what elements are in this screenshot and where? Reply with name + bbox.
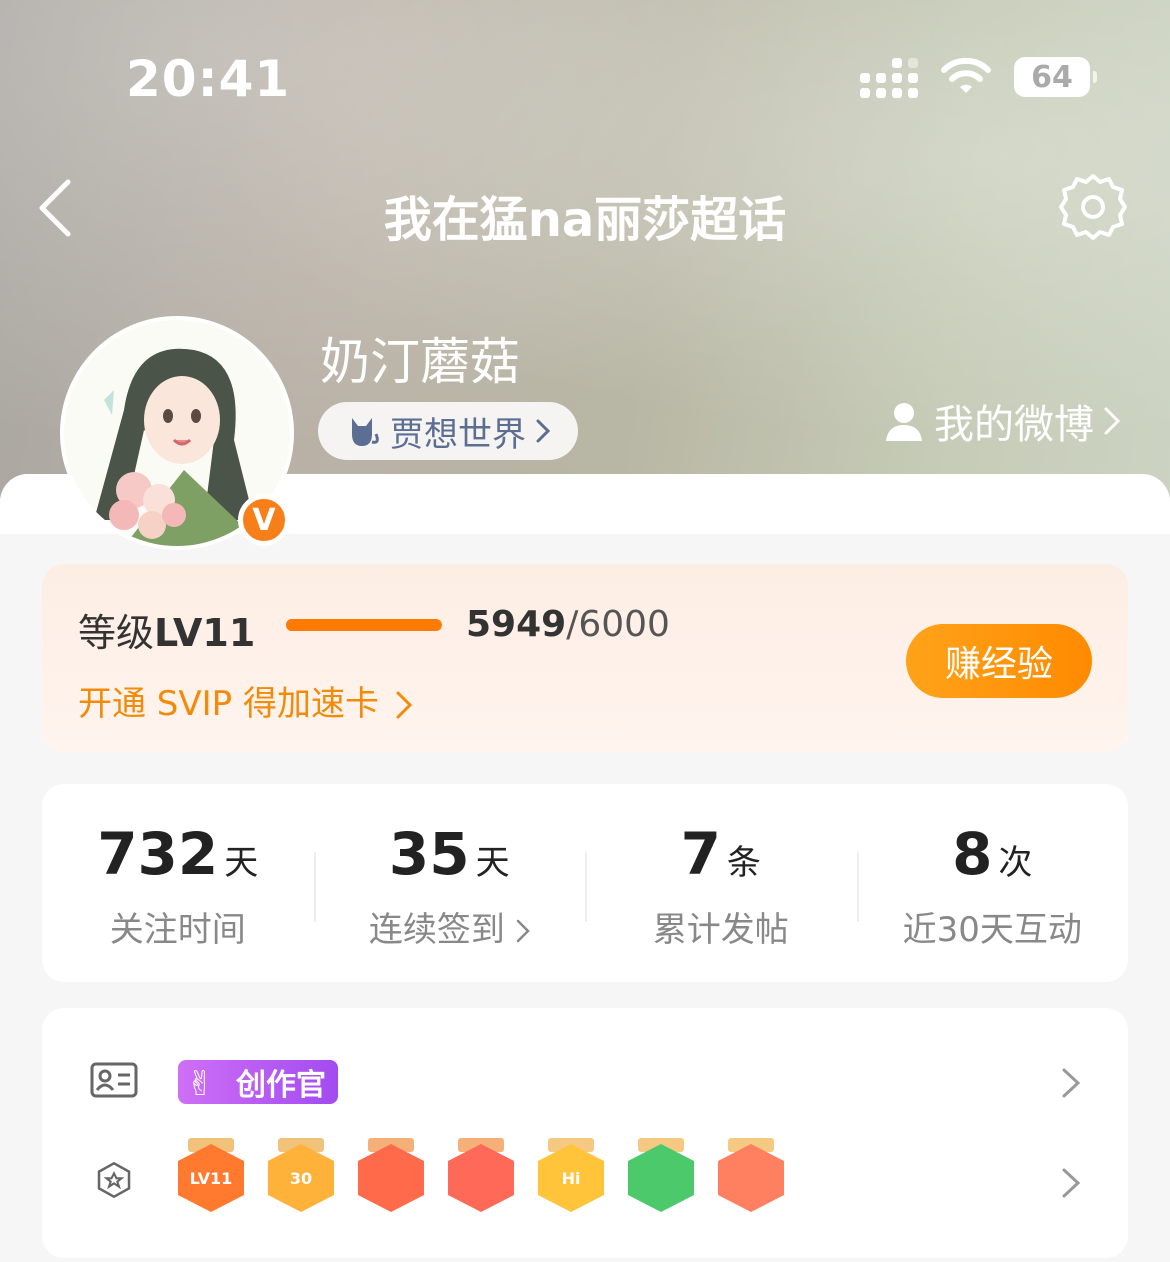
level-value: LV11 xyxy=(154,611,256,655)
stat-follow-days: 732 天 关注时间 xyxy=(42,784,314,982)
stat-label: 关注时间 xyxy=(109,910,246,950)
medal-badge: 30 xyxy=(268,1138,334,1212)
gear-icon[interactable] xyxy=(1058,172,1128,242)
stat-unit: 天 xyxy=(475,843,510,883)
stat-unit: 次 xyxy=(998,843,1033,883)
earn-exp-button[interactable]: 赚经验 xyxy=(906,624,1092,698)
stat-label: 近30天互动 xyxy=(902,910,1082,950)
medal-face xyxy=(358,1144,424,1212)
id-card-icon xyxy=(90,1062,138,1098)
creator-tag-label: 创作官 xyxy=(236,1068,326,1103)
medal-badge xyxy=(718,1138,784,1212)
page-title: 我在猛na丽莎超话 xyxy=(383,192,787,248)
stat-total-posts: 7条 累计发帖 xyxy=(585,784,857,982)
chevron-right-icon[interactable] xyxy=(1060,1166,1082,1200)
stat-label: 连续签到 xyxy=(368,910,505,950)
medal-face: Hi xyxy=(538,1144,604,1212)
medal-face xyxy=(448,1144,514,1212)
medal-list: LV11 30 Hi xyxy=(178,1138,784,1212)
level-card: 等级LV11 5949/6000 开通 SVIP 得加速卡 赚经验 xyxy=(42,564,1128,752)
level-prefix: 等级 xyxy=(78,611,155,655)
world-label: 贾想世界 xyxy=(390,414,526,455)
level-progress-fill xyxy=(286,619,441,631)
creator-tag[interactable]: ✌ 创作官 xyxy=(178,1060,338,1104)
medal-badge xyxy=(358,1138,424,1212)
stat-unit: 条 xyxy=(726,843,761,883)
cat-icon xyxy=(352,418,379,446)
user-icon xyxy=(886,403,922,441)
chevron-right-icon xyxy=(516,919,530,943)
level-current: 5949 xyxy=(466,604,567,645)
status-time: 20:41 xyxy=(126,50,291,108)
stat-value: 7 xyxy=(680,820,721,888)
stat-label: 累计发帖 xyxy=(652,910,789,950)
stats-card: 732 天 关注时间 35 天 连续签到 7条 累计发帖 8次 近30天互动 xyxy=(42,784,1128,982)
medal-icon xyxy=(97,1161,131,1199)
medal-face xyxy=(718,1144,784,1212)
medal-face: LV11 xyxy=(178,1144,244,1212)
medal-face: 30 xyxy=(268,1144,334,1212)
svip-link[interactable]: 开通 SVIP 得加速卡 xyxy=(78,676,412,725)
medal-face xyxy=(628,1144,694,1212)
my-weibo-label: 我的微博 xyxy=(934,402,1094,448)
svip-link-label: 开通 SVIP 得加速卡 xyxy=(78,684,379,724)
level-progress-text: 5949/6000 xyxy=(466,604,670,645)
verified-badge: V xyxy=(238,494,290,546)
stat-label-row: 连续签到 xyxy=(314,902,586,951)
medal-badge: Hi xyxy=(538,1138,604,1212)
creator-logo-icon: ✌ xyxy=(186,1064,215,1104)
medal-badge xyxy=(448,1138,514,1212)
stat-interactions: 8次 近30天互动 xyxy=(856,784,1129,982)
level-progress-bar xyxy=(286,619,442,631)
level-label: 等级LV11 xyxy=(78,602,255,657)
chevron-right-icon[interactable] xyxy=(1060,1066,1082,1100)
chevron-right-icon xyxy=(396,691,412,719)
chevron-right-icon xyxy=(1104,407,1120,435)
username: 奶汀蘑菇 xyxy=(320,333,520,391)
battery-indicator: 64 xyxy=(1014,57,1097,97)
wifi-icon xyxy=(941,57,991,93)
stat-checkin-streak[interactable]: 35 天 连续签到 xyxy=(313,784,586,982)
level-max: /6000 xyxy=(566,604,670,645)
stat-value: 732 xyxy=(97,820,219,888)
cellular-signal-icon xyxy=(860,56,918,98)
medal-badge xyxy=(628,1138,694,1212)
stat-unit: 天 xyxy=(224,843,259,883)
world-pill[interactable]: 贾想世界 xyxy=(318,402,578,460)
content-sheet: 等级LV11 5949/6000 开通 SVIP 得加速卡 赚经验 732 天 关… xyxy=(0,474,1170,1262)
stat-value: 35 xyxy=(388,820,470,888)
badge-card: ✌ 创作官 LV11 30 Hi xyxy=(42,1008,1128,1258)
status-icons: 64 xyxy=(860,56,1097,98)
medal-badge: LV11 xyxy=(178,1138,244,1212)
my-weibo-link[interactable]: 我的微博 xyxy=(884,392,1120,450)
chevron-right-icon xyxy=(536,419,550,443)
stat-value: 8 xyxy=(952,820,993,888)
